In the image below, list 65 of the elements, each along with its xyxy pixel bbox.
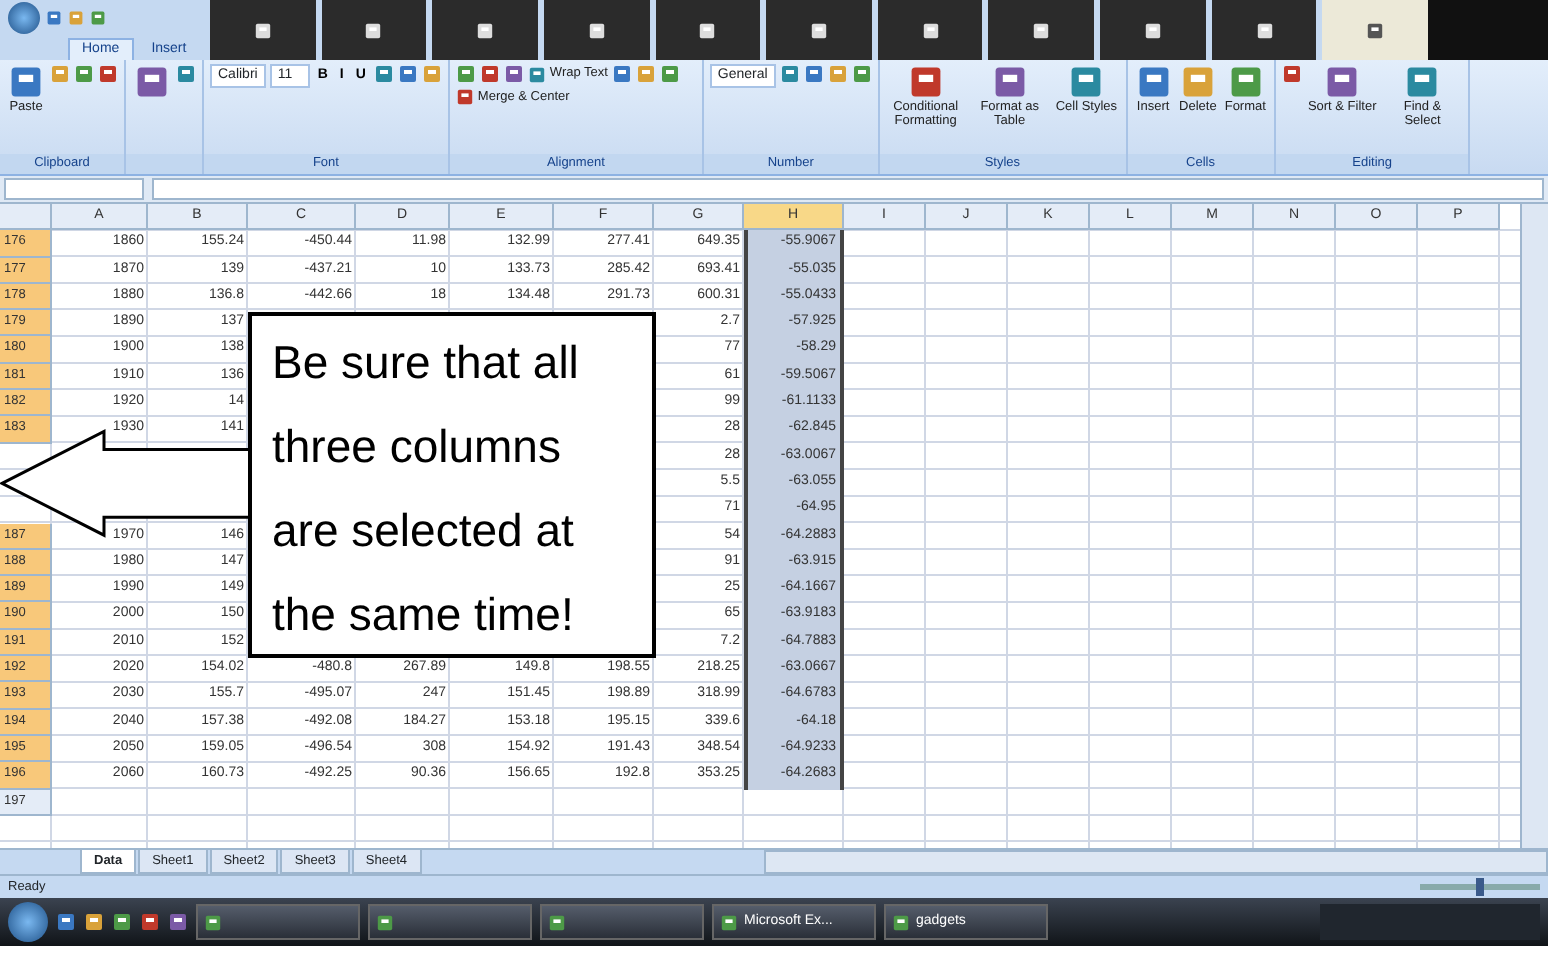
- toolbar-icon[interactable]: [455, 64, 476, 84]
- toolbar-icon[interactable]: [827, 64, 848, 84]
- toolbar-icon[interactable]: [803, 64, 824, 84]
- toolbar-icon[interactable]: [176, 64, 196, 84]
- command-icon[interactable]: [455, 88, 474, 107]
- tile-icon: [587, 21, 606, 39]
- tile-icon: [1255, 21, 1274, 39]
- tile-icon: [253, 21, 272, 39]
- quick-access-icon[interactable]: [46, 9, 62, 25]
- app-icon[interactable]: [892, 913, 910, 931]
- app-icon[interactable]: [204, 913, 222, 931]
- tile-icon: [1143, 21, 1162, 39]
- toolbar-icon[interactable]: [397, 64, 418, 84]
- start-button[interactable]: [8, 902, 48, 942]
- formula-bar[interactable]: [152, 178, 1544, 200]
- toolbar-icon[interactable]: [373, 64, 394, 84]
- toolbar-icon[interactable]: [659, 64, 680, 84]
- toolbar-icon[interactable]: [635, 64, 656, 84]
- tile-icon: [921, 21, 940, 39]
- toolbar-icon[interactable]: [98, 64, 118, 84]
- toolbar-icon[interactable]: [779, 64, 800, 84]
- toolbar-icon[interactable]: [503, 64, 524, 84]
- vertical-scrollbar[interactable]: [1520, 204, 1548, 848]
- quick-launch-icon[interactable]: [56, 912, 76, 932]
- zoom-slider[interactable]: [1476, 878, 1484, 896]
- name-box[interactable]: [4, 178, 144, 200]
- command-icon[interactable]: [1068, 64, 1105, 100]
- quick-launch-icon[interactable]: [112, 912, 132, 932]
- quick-access-icon[interactable]: [68, 9, 84, 25]
- tile-icon: [476, 21, 495, 39]
- toolbar-icon[interactable]: [851, 64, 872, 84]
- command-icon[interactable]: [991, 64, 1028, 100]
- command-icon[interactable]: [1179, 64, 1216, 100]
- quick-access-icon[interactable]: [90, 9, 106, 25]
- toolbar-icon[interactable]: [50, 64, 70, 84]
- tile-icon: [810, 21, 829, 39]
- toolbar-icon[interactable]: [1281, 64, 1302, 84]
- quick-launch-icon[interactable]: [84, 912, 104, 932]
- toolbar-icon[interactable]: [611, 64, 632, 84]
- toolbar-icon[interactable]: [421, 64, 442, 84]
- horizontal-scrollbar[interactable]: [763, 850, 1548, 874]
- command-icon[interactable]: [1135, 64, 1172, 100]
- command-icon[interactable]: [527, 65, 546, 83]
- group-footer: [126, 154, 202, 174]
- toolbar-icon[interactable]: [479, 64, 500, 84]
- command-icon[interactable]: [907, 64, 944, 100]
- command-icon[interactable]: [1404, 64, 1441, 100]
- office-button[interactable]: [8, 1, 40, 33]
- app-icon[interactable]: [720, 913, 738, 931]
- taskbar-button[interactable]: [196, 904, 360, 940]
- command-icon[interactable]: [1324, 64, 1361, 100]
- tile-icon: [364, 21, 383, 39]
- command-icon[interactable]: [8, 64, 44, 100]
- app-icon[interactable]: [376, 913, 394, 931]
- quick-launch-icon[interactable]: [140, 912, 160, 932]
- taskbar-button[interactable]: [368, 904, 532, 940]
- app-icon[interactable]: [548, 913, 566, 931]
- tile-icon: [1032, 21, 1051, 39]
- quick-launch-icon[interactable]: [168, 912, 188, 932]
- taskbar-button[interactable]: [540, 904, 704, 940]
- command-icon[interactable]: [1227, 64, 1264, 100]
- callout: Be sure that all three columns are selected at the same time!: [248, 311, 656, 658]
- toolbar-icon[interactable]: [74, 64, 94, 84]
- tile-icon: [698, 21, 717, 39]
- tile-icon: [1366, 21, 1385, 39]
